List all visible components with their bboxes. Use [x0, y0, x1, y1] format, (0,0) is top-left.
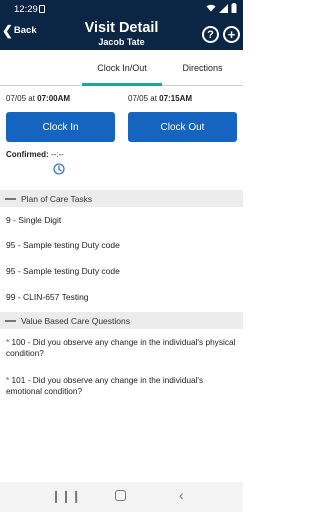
home-icon[interactable]: [115, 490, 126, 501]
question-text: 100 - Did you observe any change in the …: [6, 337, 236, 358]
clock-out-time-value: 07:15AM: [159, 94, 193, 103]
collapse-icon: [5, 197, 16, 200]
clock-out-time: 07/05 at 07:15AM: [128, 94, 192, 103]
plus-icon: +: [227, 27, 236, 42]
clock-out-button[interactable]: Clock Out: [128, 112, 237, 142]
tab-clock-in-out[interactable]: Clock In/Out: [82, 50, 162, 86]
list-item[interactable]: 95 - Sample testing Duty code: [6, 240, 120, 250]
recent-apps-icon[interactable]: ❙❙❙: [51, 489, 81, 503]
question-item[interactable]: * 100 - Did you observe any change in th…: [6, 337, 238, 358]
question-text: 101 - Did you observe any change in the …: [6, 375, 204, 396]
status-bar: 12:29: [0, 0, 243, 18]
confirmed-label: Confirmed:: [6, 150, 49, 159]
active-tab-indicator: [82, 83, 162, 86]
clock-in-date: 07/05 at: [6, 94, 38, 103]
tab-directions[interactable]: Directions: [162, 50, 243, 86]
value-based-care-header[interactable]: Value Based Care Questions: [0, 312, 243, 329]
status-icons: [206, 3, 237, 15]
list-item[interactable]: 99 - CLIN-657 Testing: [6, 292, 89, 302]
battery-icon: [231, 3, 237, 15]
location-check-icon[interactable]: [53, 162, 65, 175]
back-nav-icon[interactable]: ‹: [179, 487, 184, 503]
list-item[interactable]: 95 - Sample testing Duty code: [6, 266, 120, 276]
question-item[interactable]: * 101 - Did you observe any change in th…: [6, 375, 238, 396]
collapse-icon: [5, 319, 16, 322]
status-time: 12:29: [14, 4, 38, 15]
list-item[interactable]: 9 - Single Digit: [6, 215, 61, 225]
tab-bar: Clock In/Out Directions: [0, 50, 243, 86]
plan-of-care-header[interactable]: Plan of Care Tasks: [0, 190, 243, 207]
system-nav-bar: ❙❙❙ ‹: [0, 482, 243, 512]
clock-in-time: 07/05 at 07:00AM: [6, 94, 70, 103]
clock-in-time-value: 07:00AM: [37, 94, 71, 103]
clock-out-date: 07/05 at: [128, 94, 160, 103]
confirmed-value: --:--: [50, 150, 64, 159]
sim-icon: [39, 5, 45, 13]
plan-of-care-title: Plan of Care Tasks: [21, 193, 93, 204]
app-header: ❮ Back Visit Detail Jacob Tate ? +: [0, 18, 243, 50]
help-icon: ?: [207, 28, 214, 41]
confirmed-status: Confirmed: --:--: [6, 150, 64, 159]
add-button[interactable]: +: [223, 26, 240, 43]
help-button[interactable]: ?: [202, 26, 219, 43]
clock-in-button[interactable]: Clock In: [6, 112, 115, 142]
signal-icon: [219, 3, 228, 15]
wifi-icon: [206, 4, 216, 14]
value-based-care-title: Value Based Care Questions: [21, 315, 130, 326]
